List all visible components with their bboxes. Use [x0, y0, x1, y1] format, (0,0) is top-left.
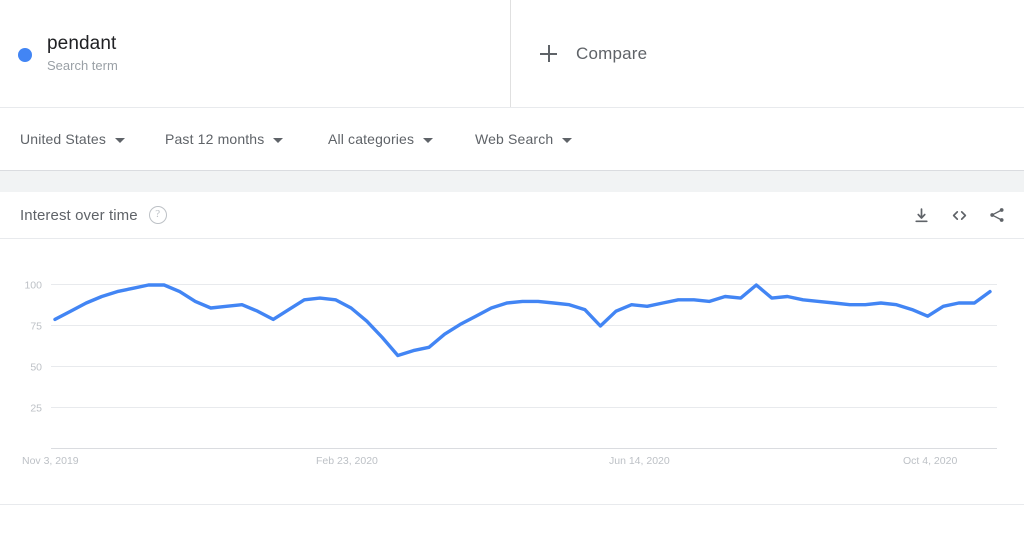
filter-location-label: United States [20, 131, 106, 147]
y-tick-25: 25 [30, 403, 42, 415]
interest-over-time-chart[interactable]: 100 75 50 25 Nov 3, 2019 Feb 23, 2020 Ju… [0, 239, 1024, 504]
chart-svg: 100 75 50 25 Nov 3, 2019 Feb 23, 2020 Ju… [22, 280, 997, 467]
y-tick-75: 75 [30, 321, 42, 333]
filter-time-range-label: Past 12 months [165, 131, 265, 147]
x-tick-3: Oct 4, 2020 [903, 455, 957, 467]
search-term-type: Search term [47, 58, 118, 74]
card-header: Interest over time ? [0, 192, 1024, 239]
x-tick-2: Jun 14, 2020 [609, 455, 670, 467]
download-icon[interactable] [908, 202, 934, 228]
embed-code-icon[interactable] [946, 202, 972, 228]
y-tick-50: 50 [30, 362, 42, 374]
filter-bar: United States Past 12 months All categor… [0, 108, 1024, 171]
search-term-label: pendant [47, 32, 117, 54]
chevron-down-icon [115, 137, 125, 143]
term-color-dot [18, 47, 32, 62]
filter-search-type[interactable]: Web Search [475, 131, 615, 147]
x-tick-1: Feb 23, 2020 [316, 455, 378, 467]
chart-gridlines [51, 284, 997, 449]
search-term-card-0[interactable]: pendant Search term [0, 0, 511, 107]
filter-time-range[interactable]: Past 12 months [165, 131, 328, 147]
filter-search-type-label: Web Search [475, 131, 554, 147]
chart-x-axis: Nov 3, 2019 Feb 23, 2020 Jun 14, 2020 Oc… [22, 455, 957, 467]
interest-over-time-card: Interest over time ? 100 75 50 25 Nov 3,… [0, 192, 1024, 505]
help-icon[interactable]: ? [148, 206, 167, 224]
chevron-down-icon [423, 137, 434, 143]
chart-y-axis: 100 75 50 25 [24, 280, 42, 415]
page-title: Interest over time [20, 206, 138, 224]
search-terms-bar: pendant Search term Compare [0, 0, 1024, 108]
chevron-down-icon [562, 137, 573, 143]
y-tick-100: 100 [24, 280, 42, 292]
chart-line-pendant [53, 283, 992, 358]
filter-category-label: All categories [328, 131, 415, 147]
section-gap [0, 171, 1024, 192]
filter-category[interactable]: All categories [328, 131, 475, 147]
compare-button[interactable]: Compare [511, 0, 1024, 107]
share-icon[interactable] [984, 202, 1010, 228]
x-tick-0: Nov 3, 2019 [22, 455, 79, 467]
filter-location[interactable]: United States [20, 131, 165, 147]
chevron-down-icon [273, 137, 284, 143]
plus-icon [540, 45, 557, 62]
compare-label: Compare [576, 43, 648, 63]
